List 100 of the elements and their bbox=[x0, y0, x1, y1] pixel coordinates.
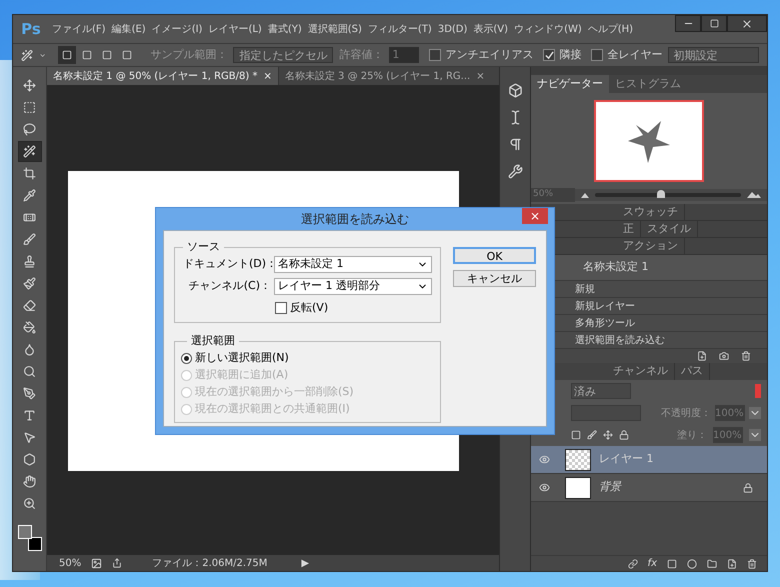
eraser-icon bbox=[23, 299, 36, 312]
document-select[interactable]: 名称未設定 1 bbox=[274, 256, 432, 272]
document-tab[interactable]: 名称未設定 1 @ 50% (レイヤー 1, RGB/8) * × bbox=[47, 67, 278, 85]
filter-select[interactable]: 済み bbox=[571, 383, 631, 399]
eyedropper-icon bbox=[23, 189, 36, 202]
app-logo: Ps bbox=[20, 18, 42, 40]
zoom-level: 50% bbox=[59, 556, 82, 570]
menu-item[interactable]: 書式(Y) bbox=[264, 22, 305, 36]
paragraph-icon[interactable] bbox=[508, 137, 522, 152]
layer-thumbnail bbox=[565, 448, 591, 470]
tools-icon[interactable] bbox=[508, 164, 522, 179]
group-legend: ソース bbox=[183, 239, 224, 256]
group-legend: 選択範囲 bbox=[187, 333, 239, 350]
sample-label: サンプル範囲： bbox=[150, 46, 228, 63]
bandage-icon bbox=[23, 211, 36, 224]
menu-item[interactable]: イメージ(I) bbox=[148, 22, 206, 36]
radio-label: 現在の選択範囲から一部削除(S) bbox=[195, 384, 354, 400]
link-icon[interactable] bbox=[628, 558, 638, 568]
history-snapshot[interactable]: 名称未設定 1 bbox=[583, 259, 648, 276]
panel-tab[interactable]: スウォッチ bbox=[617, 204, 685, 220]
folder-icon[interactable] bbox=[707, 558, 717, 568]
paintbrush-icon bbox=[23, 277, 36, 290]
menu-item[interactable]: 表示(V) bbox=[470, 22, 512, 36]
layer-row[interactable]: 背景 bbox=[531, 474, 767, 502]
eye-icon[interactable] bbox=[538, 454, 550, 465]
small-mountain-icon bbox=[581, 192, 589, 198]
menu-item[interactable]: フィルター(T) bbox=[364, 22, 435, 36]
maximize-button[interactable] bbox=[701, 15, 727, 32]
checkbox[interactable] bbox=[275, 302, 287, 314]
trash-icon[interactable] bbox=[741, 351, 751, 361]
adjustment-icon[interactable] bbox=[687, 558, 697, 568]
lock-pixels-icon[interactable] bbox=[571, 430, 581, 440]
close-button[interactable] bbox=[727, 15, 767, 32]
dialog-button[interactable]: キャンセル bbox=[453, 270, 536, 287]
trash-icon[interactable] bbox=[747, 558, 757, 568]
menu-item[interactable]: レイヤー(L) bbox=[205, 22, 265, 36]
dialog-button[interactable]: OK bbox=[453, 247, 536, 264]
close-icon bbox=[741, 18, 753, 30]
image-icon bbox=[91, 558, 102, 568]
share-icon bbox=[112, 558, 122, 568]
layer-row[interactable]: レイヤー 1 bbox=[531, 446, 767, 474]
menu-item[interactable]: ヘルプ(H) bbox=[584, 22, 636, 36]
menu-item[interactable]: ウィンドウ(W) bbox=[511, 22, 585, 36]
dropdown-icon[interactable] bbox=[749, 407, 761, 419]
dialog-title: 選択範囲を読み込む bbox=[301, 211, 409, 228]
dialog-close-button[interactable]: × bbox=[522, 208, 548, 224]
menu-item[interactable]: 3D(D) bbox=[434, 22, 470, 36]
square-icon bbox=[62, 50, 72, 60]
move-icon[interactable] bbox=[603, 430, 613, 440]
menu-item[interactable]: 選択範囲(S) bbox=[304, 22, 365, 36]
panel-tab[interactable]: 正 bbox=[617, 221, 641, 237]
checkbox[interactable] bbox=[429, 49, 442, 61]
large-mountain-icon bbox=[747, 192, 761, 198]
tab-title: 名称未設定 1 @ 50% (レイヤー 1, RGB/8) * bbox=[53, 70, 258, 84]
panel-tab[interactable]: ナビゲーター bbox=[531, 75, 609, 93]
layer-name: レイヤー 1 bbox=[599, 451, 654, 468]
eye-icon[interactable] bbox=[538, 482, 550, 493]
preset-select[interactable]: 初期設定 bbox=[668, 47, 759, 63]
camera-icon[interactable] bbox=[719, 351, 729, 361]
move-icon bbox=[23, 79, 36, 92]
checkbox[interactable] bbox=[543, 49, 556, 61]
color-swatches[interactable] bbox=[18, 525, 42, 551]
lasso-icon bbox=[23, 123, 36, 136]
brush-icon[interactable] bbox=[587, 430, 597, 440]
sample-select[interactable]: 指定したピクセル bbox=[233, 47, 334, 63]
panel-tab[interactable]: チャンネル bbox=[607, 363, 675, 380]
selection-mode-button[interactable] bbox=[58, 46, 76, 64]
layer-thumbnail bbox=[565, 476, 591, 498]
menu-item[interactable]: ファイル(F) bbox=[49, 22, 109, 36]
magic-wand-icon[interactable] bbox=[21, 48, 34, 62]
panel-tab[interactable]: スタイル bbox=[641, 221, 698, 237]
tab-close-button[interactable]: × bbox=[263, 68, 272, 84]
radio-button[interactable] bbox=[181, 352, 192, 364]
tolerance-field[interactable]: 1 bbox=[389, 47, 420, 63]
new-document-icon[interactable] bbox=[697, 351, 707, 361]
new-layer-icon[interactable] bbox=[727, 558, 737, 568]
lock-icon[interactable] bbox=[619, 430, 629, 440]
zoom-icon bbox=[23, 497, 36, 510]
channel-select[interactable]: レイヤー 1 透明部分 bbox=[274, 278, 432, 294]
tolerance-label: 許容値： bbox=[339, 46, 384, 63]
checkbox-label: アンチエイリアス bbox=[445, 46, 534, 63]
checkbox[interactable] bbox=[591, 49, 604, 61]
fx-button[interactable]: fx bbox=[648, 556, 657, 571]
slider-thumb[interactable] bbox=[656, 190, 665, 198]
panel-tab[interactable]: ヒストグラム bbox=[609, 75, 687, 93]
tab-close-button[interactable]: × bbox=[476, 68, 485, 84]
cube-icon[interactable] bbox=[508, 83, 522, 98]
square-icon bbox=[122, 50, 132, 60]
panel-tab[interactable]: パス bbox=[675, 363, 710, 380]
filter-toggle[interactable] bbox=[755, 384, 761, 398]
checkmark-icon bbox=[544, 50, 554, 60]
channel-label: チャンネル(C)： bbox=[188, 278, 271, 294]
tool-button[interactable] bbox=[18, 141, 42, 162]
hexagon-icon bbox=[23, 453, 36, 466]
dropdown-icon[interactable] bbox=[749, 429, 761, 441]
status-menu-arrow[interactable]: ▶ bbox=[301, 556, 310, 570]
mask-icon[interactable] bbox=[667, 558, 677, 568]
checkbox-label: 反転(V) bbox=[290, 300, 328, 316]
square-icon bbox=[102, 50, 112, 60]
menu-item[interactable]: 編集(E) bbox=[108, 22, 149, 36]
